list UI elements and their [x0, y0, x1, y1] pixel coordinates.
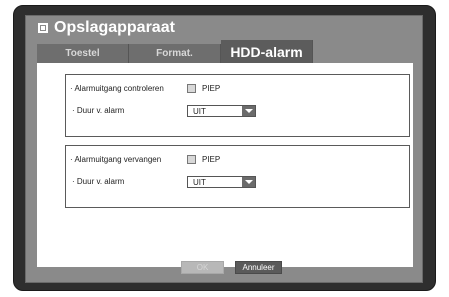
- alarm-replace-group: · Alarmuitgang vervangen PIEP · Duur v. …: [65, 145, 410, 208]
- duration-label: · Duur v. alarm: [72, 106, 125, 115]
- beep-label: PIEP: [202, 155, 221, 164]
- alarm-replace-label: · Alarmuitgang vervangen: [70, 155, 162, 164]
- cancel-button[interactable]: Annuleer: [235, 261, 282, 274]
- beep-label: PIEP: [202, 84, 221, 93]
- chevron-down-icon[interactable]: [242, 106, 255, 116]
- duration-label: · Duur v. alarm: [72, 177, 125, 186]
- duration-select[interactable]: UIT: [187, 105, 256, 117]
- duration-select[interactable]: UIT: [187, 176, 256, 188]
- tab-hdd-alarm[interactable]: HDD-alarm: [221, 40, 313, 63]
- alarm-check-label: · Alarmuitgang controleren: [70, 84, 164, 93]
- alarm-check-group: · Alarmuitgang controleren PIEP · Duur v…: [65, 74, 410, 137]
- chevron-down-icon[interactable]: [242, 177, 255, 187]
- window-title: Opslagapparaat: [38, 17, 175, 39]
- tab-content: · Alarmuitgang controleren PIEP · Duur v…: [37, 63, 413, 267]
- tab-format[interactable]: Format.: [129, 44, 221, 63]
- window-icon: [38, 23, 48, 33]
- window-title-text: Opslagapparaat: [54, 19, 175, 36]
- dialog-panel: Opslagapparaat Toestel Format. HDD-alarm…: [25, 15, 423, 283]
- duration-value: UIT: [193, 107, 206, 116]
- tab-toestel[interactable]: Toestel: [37, 44, 129, 63]
- beep-checkbox[interactable]: [187, 155, 196, 164]
- ok-button[interactable]: OK: [181, 261, 224, 274]
- duration-value: UIT: [193, 178, 206, 187]
- beep-checkbox[interactable]: [187, 84, 196, 93]
